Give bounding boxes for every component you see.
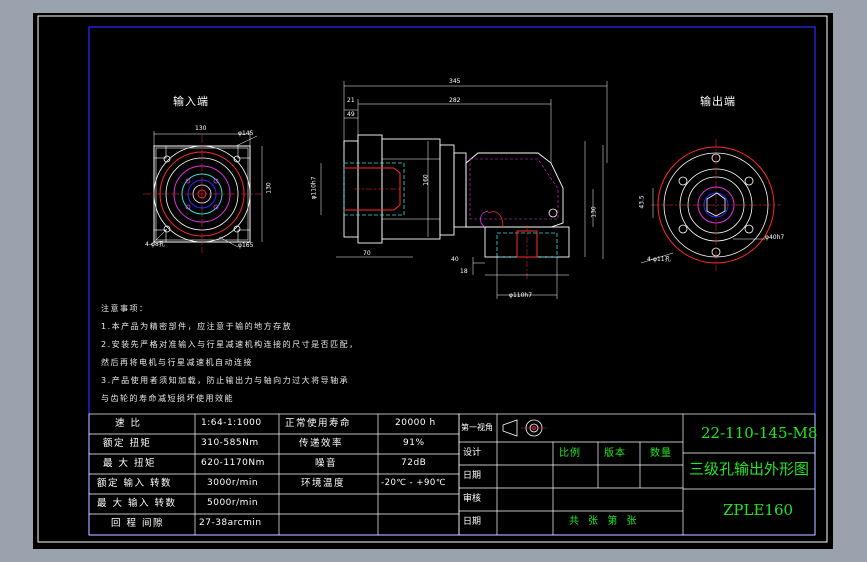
input-end-title: 输入端 — [173, 95, 209, 108]
spec-label-temperature: 环境温度 — [301, 478, 346, 489]
spec-label-efficiency: 传递效率 — [299, 438, 344, 449]
dim-right-130: 130 — [590, 206, 598, 218]
title-date1-label: 日期 — [463, 471, 482, 481]
dim-length-282: 282 — [449, 97, 461, 104]
drawing-sheet: 输入端 输出端 345 282 21 49 130 φ145 4-φ8孔 φ16… — [33, 13, 833, 549]
dim-70: 70 — [363, 250, 371, 257]
spec-value-temperature: -20℃ - +90℃ — [381, 478, 446, 488]
output-end-view — [640, 139, 781, 271]
spec-label-backlash: 回 程 间隙 — [111, 518, 165, 529]
spec-value-rated-torque: 310-585Nm — [201, 438, 259, 448]
dim-40: 40 — [451, 256, 459, 263]
spec-value-ratio: 1:64-1:1000 — [201, 418, 262, 428]
spec-label-ratio: 速 比 — [115, 418, 142, 429]
dim-hole-circle: φ145 — [238, 130, 254, 137]
spec-value-noise: 72dB — [401, 458, 427, 468]
dim-18: 18 — [460, 268, 468, 275]
title-scale-label: 比例 — [559, 448, 581, 459]
spec-label-max-torque: 最 大 扭矩 — [103, 458, 157, 469]
dim-43: 43.5 — [638, 195, 646, 209]
spec-label-rated-speed: 额定 输入 转数 — [97, 478, 173, 489]
dim-21: 21 — [347, 97, 355, 104]
dim-square-130: 130 — [195, 125, 207, 132]
spec-value-backlash: 27-38arcmin — [199, 518, 262, 528]
note-line-3: 然后再将电机与行星减速机自动连接 — [101, 358, 253, 367]
spec-table-lines — [88, 413, 460, 536]
note-line-1: 1.本产品为精密部件，应注意于输的地方存放 — [101, 322, 293, 331]
notes-heading: 注意事项： — [101, 304, 149, 313]
dim-overall-length: 345 — [449, 78, 461, 85]
dim-bolt-pattern: 4-φ8孔 — [145, 241, 165, 248]
title-design-label: 设计 — [463, 448, 482, 458]
title-sheets-label: 共 张 第 张 — [569, 516, 640, 527]
title-date2-label: 日期 — [463, 517, 482, 527]
model-number: ZPLE160 — [723, 501, 794, 519]
dim-input-bore: φ110h7 — [310, 176, 318, 200]
spec-value-rated-speed: 3000r/min — [207, 478, 259, 488]
spec-label-life: 正常使用寿命 — [285, 418, 352, 429]
drawing-name: 三级孔输出外形图 — [689, 460, 810, 478]
title-version-label: 版本 — [604, 448, 626, 459]
dim-body-height: 160 — [422, 174, 430, 186]
spec-value-max-speed: 5000r/min — [207, 498, 259, 508]
spec-value-efficiency: 91% — [403, 438, 425, 448]
input-end-view — [143, 131, 263, 253]
first-angle-projection-icon — [502, 419, 547, 437]
title-projection-label: 第一视角 — [461, 423, 493, 432]
note-line-2: 2.安装先严格对准输入与行星减速机构连接的尺寸是否匹配， — [101, 340, 359, 349]
dim-output-holes: 4-φ11孔 — [647, 256, 671, 263]
dim-input-height: 130 — [265, 182, 273, 194]
spec-label-noise: 噪音 — [315, 458, 338, 469]
dim-pcd: φ165 — [238, 242, 254, 249]
dim-bottom-bore: φ110h7 — [509, 292, 533, 299]
title-check-label: 审核 — [463, 494, 482, 504]
dim-output-bore: φ40h7 — [765, 234, 785, 241]
spec-value-life: 20000 h — [395, 418, 436, 428]
spec-label-max-speed: 最 大 输入 转数 — [97, 498, 177, 509]
side-view — [320, 81, 608, 299]
drawing-number: 22-110-145-M8 — [701, 424, 818, 442]
output-end-title: 输出端 — [700, 95, 736, 108]
dim-49: 49 — [347, 111, 355, 118]
spec-label-rated-torque: 额定 扭矩 — [103, 438, 152, 449]
title-qty-label: 数量 — [650, 448, 672, 459]
spec-value-max-torque: 620-1170Nm — [201, 458, 265, 468]
note-line-5: 与齿轮的寿命减短损坏使用效能 — [101, 394, 234, 403]
note-line-4: 3.产品使用者须知加载，防止输出力与轴向力过大将导轴承 — [101, 376, 350, 385]
